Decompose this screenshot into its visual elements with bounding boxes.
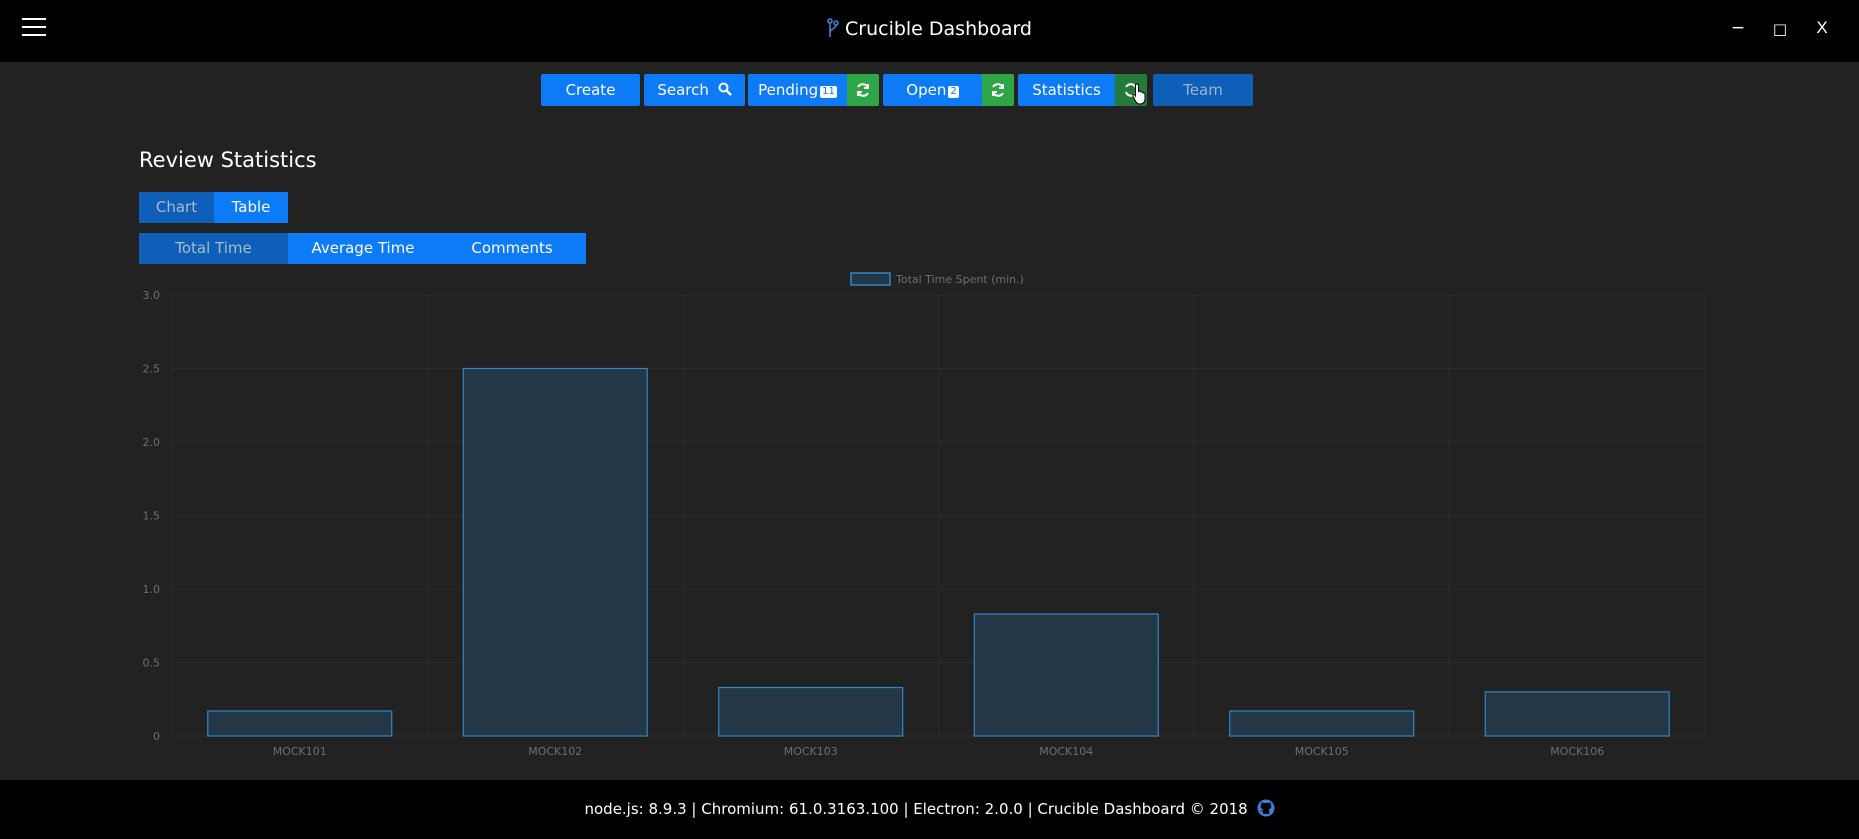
legend-swatch [850,272,891,286]
search-icon [718,82,732,96]
close-button[interactable]: X [1812,18,1832,38]
tab-comments[interactable]: Comments [438,233,586,264]
bar [1484,691,1670,737]
legend-label: Total Time Spent (min.) [895,273,1024,286]
top-nav: Create Search Pending 11 Open 2 Statistics [0,74,1859,106]
chart-toggle[interactable]: Chart [139,192,214,223]
statistics-label: Statistics [1032,81,1101,99]
search-button[interactable]: Search [644,74,745,106]
x-tick-label: MOCK103 [784,745,838,758]
table-toggle[interactable]: Table [214,192,288,223]
pending-refresh-button[interactable] [847,74,879,106]
page-title: Review Statistics [139,148,317,172]
view-toggle: Chart Table [139,192,288,223]
open-button[interactable]: Open 2 [883,74,982,106]
statistics-button[interactable]: Statistics [1018,74,1115,106]
x-tick-label: MOCK102 [528,745,582,758]
tab-average-time[interactable]: Average Time [288,233,438,264]
y-tick-label: 1.5 [143,510,161,523]
create-button[interactable]: Create [541,74,640,106]
y-tick-label: 0.5 [143,657,161,670]
y-tick-label: 3.0 [143,289,161,302]
y-tick-label: 1.0 [143,583,161,596]
pending-button[interactable]: Pending 11 [748,74,847,106]
search-label: Search [657,81,709,99]
y-tick-label: 2.5 [143,363,161,376]
x-tick-label: MOCK106 [1550,745,1604,758]
refresh-icon [992,83,1004,97]
bar [1229,710,1415,737]
bar-chart: Total Time Spent (min.) 0 0.5 1.0 1.5 2.0 2.5 3… [143,272,1706,758]
pending-label: Pending [758,81,819,99]
footer: node.js: 8.9.3 | Chromium: 61.0.3163.100… [0,780,1859,839]
y-tick-label: 0 [153,730,160,743]
bar [462,367,648,737]
app-title-text: Crucible Dashboard [845,18,1032,40]
bar [207,710,393,737]
github-icon[interactable] [1257,799,1275,817]
open-count-badge: 2 [948,86,959,98]
branch-icon [827,18,839,37]
bar [718,686,904,737]
window-title: Crucible Dashboard [0,18,1859,40]
pending-count-badge: 11 [820,86,837,98]
maximize-button[interactable]: □ [1770,20,1790,38]
metric-tabs: Total Time Average Time Comments [139,233,586,264]
open-label: Open [906,81,947,99]
x-tick-label: MOCK104 [1039,745,1093,758]
team-label: Team [1183,81,1223,99]
bar [973,613,1159,737]
open-refresh-button[interactable] [982,74,1014,106]
create-label: Create [565,81,616,99]
footer-text: node.js: 8.9.3 | Chromium: 61.0.3163.100… [584,800,1248,818]
minimize-button[interactable]: − [1728,18,1748,38]
hand-cursor-icon [1132,83,1146,105]
team-button[interactable]: Team [1153,74,1253,106]
x-tick-label: MOCK105 [1295,745,1349,758]
title-bar: Crucible Dashboard − □ X [0,0,1859,62]
y-tick-label: 2.0 [143,436,161,449]
refresh-icon [857,83,869,97]
tab-total-time[interactable]: Total Time [139,233,288,264]
x-tick-label: MOCK101 [273,745,327,758]
